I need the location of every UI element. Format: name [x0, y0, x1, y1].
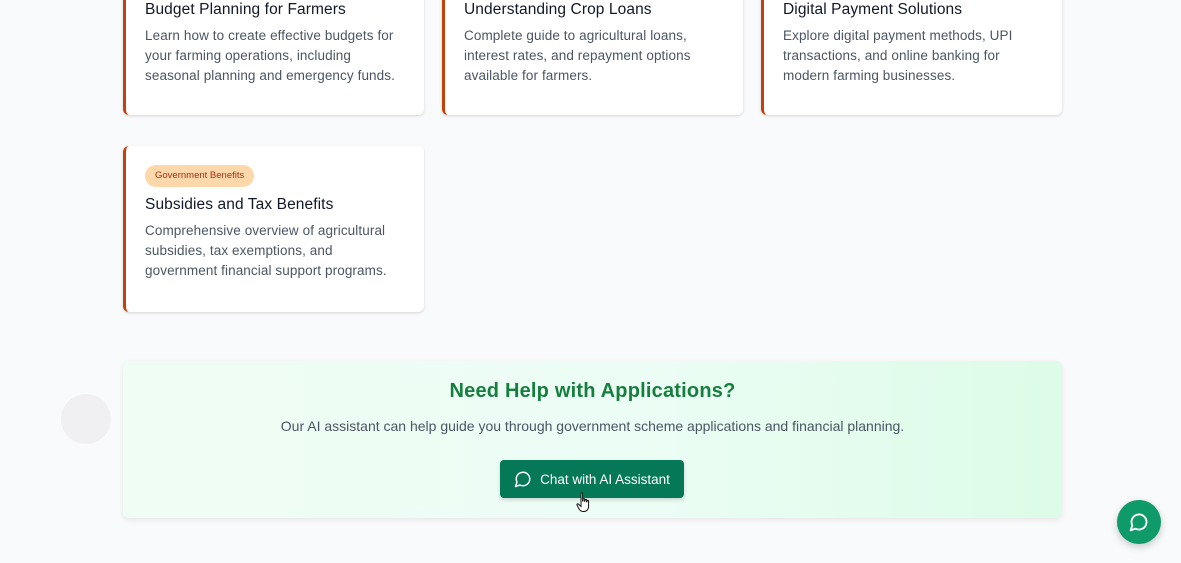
- card-title: Digital Payment Solutions: [783, 1, 963, 18]
- hand-pointer-icon: [576, 492, 590, 512]
- chat-bubble-icon: [514, 471, 531, 488]
- resource-card-subsidies[interactable]: Government Benefits Subsidies and Tax Be…: [123, 146, 424, 312]
- card-description: Explore digital payment methods, UPI tra…: [783, 28, 1013, 83]
- card-description: Complete guide to agricultural loans, in…: [464, 28, 691, 83]
- resource-card-crop-loans[interactable]: Understanding Crop Loans Complete guide …: [442, 0, 743, 115]
- card-description: Learn how to create effective budgets fo…: [145, 28, 395, 83]
- card-description: Comprehensive overview of agricultural s…: [145, 223, 387, 278]
- category-badge: Government Benefits: [145, 165, 255, 187]
- resource-card-digital-payments[interactable]: Digital Payment Solutions Explore digita…: [761, 0, 1062, 115]
- resource-card-budget-planning[interactable]: Budget Planning for Farmers Learn how to…: [123, 0, 424, 115]
- help-description: Our AI assistant can help guide you thro…: [280, 418, 905, 434]
- chat-with-ai-button[interactable]: Chat with AI Assistant: [500, 460, 684, 498]
- help-panel: Need Help with Applications? Our AI assi…: [123, 361, 1062, 518]
- card-title: Understanding Crop Loans: [464, 1, 652, 18]
- chat-bubble-icon: [1129, 513, 1148, 532]
- card-title: Budget Planning for Farmers: [145, 1, 346, 18]
- floating-chat-button[interactable]: [1117, 500, 1161, 544]
- decorative-circle: [61, 394, 111, 444]
- help-title: Need Help with Applications?: [449, 380, 736, 402]
- chat-button-label: Chat with AI Assistant: [540, 471, 670, 487]
- card-title: Subsidies and Tax Benefits: [145, 196, 334, 213]
